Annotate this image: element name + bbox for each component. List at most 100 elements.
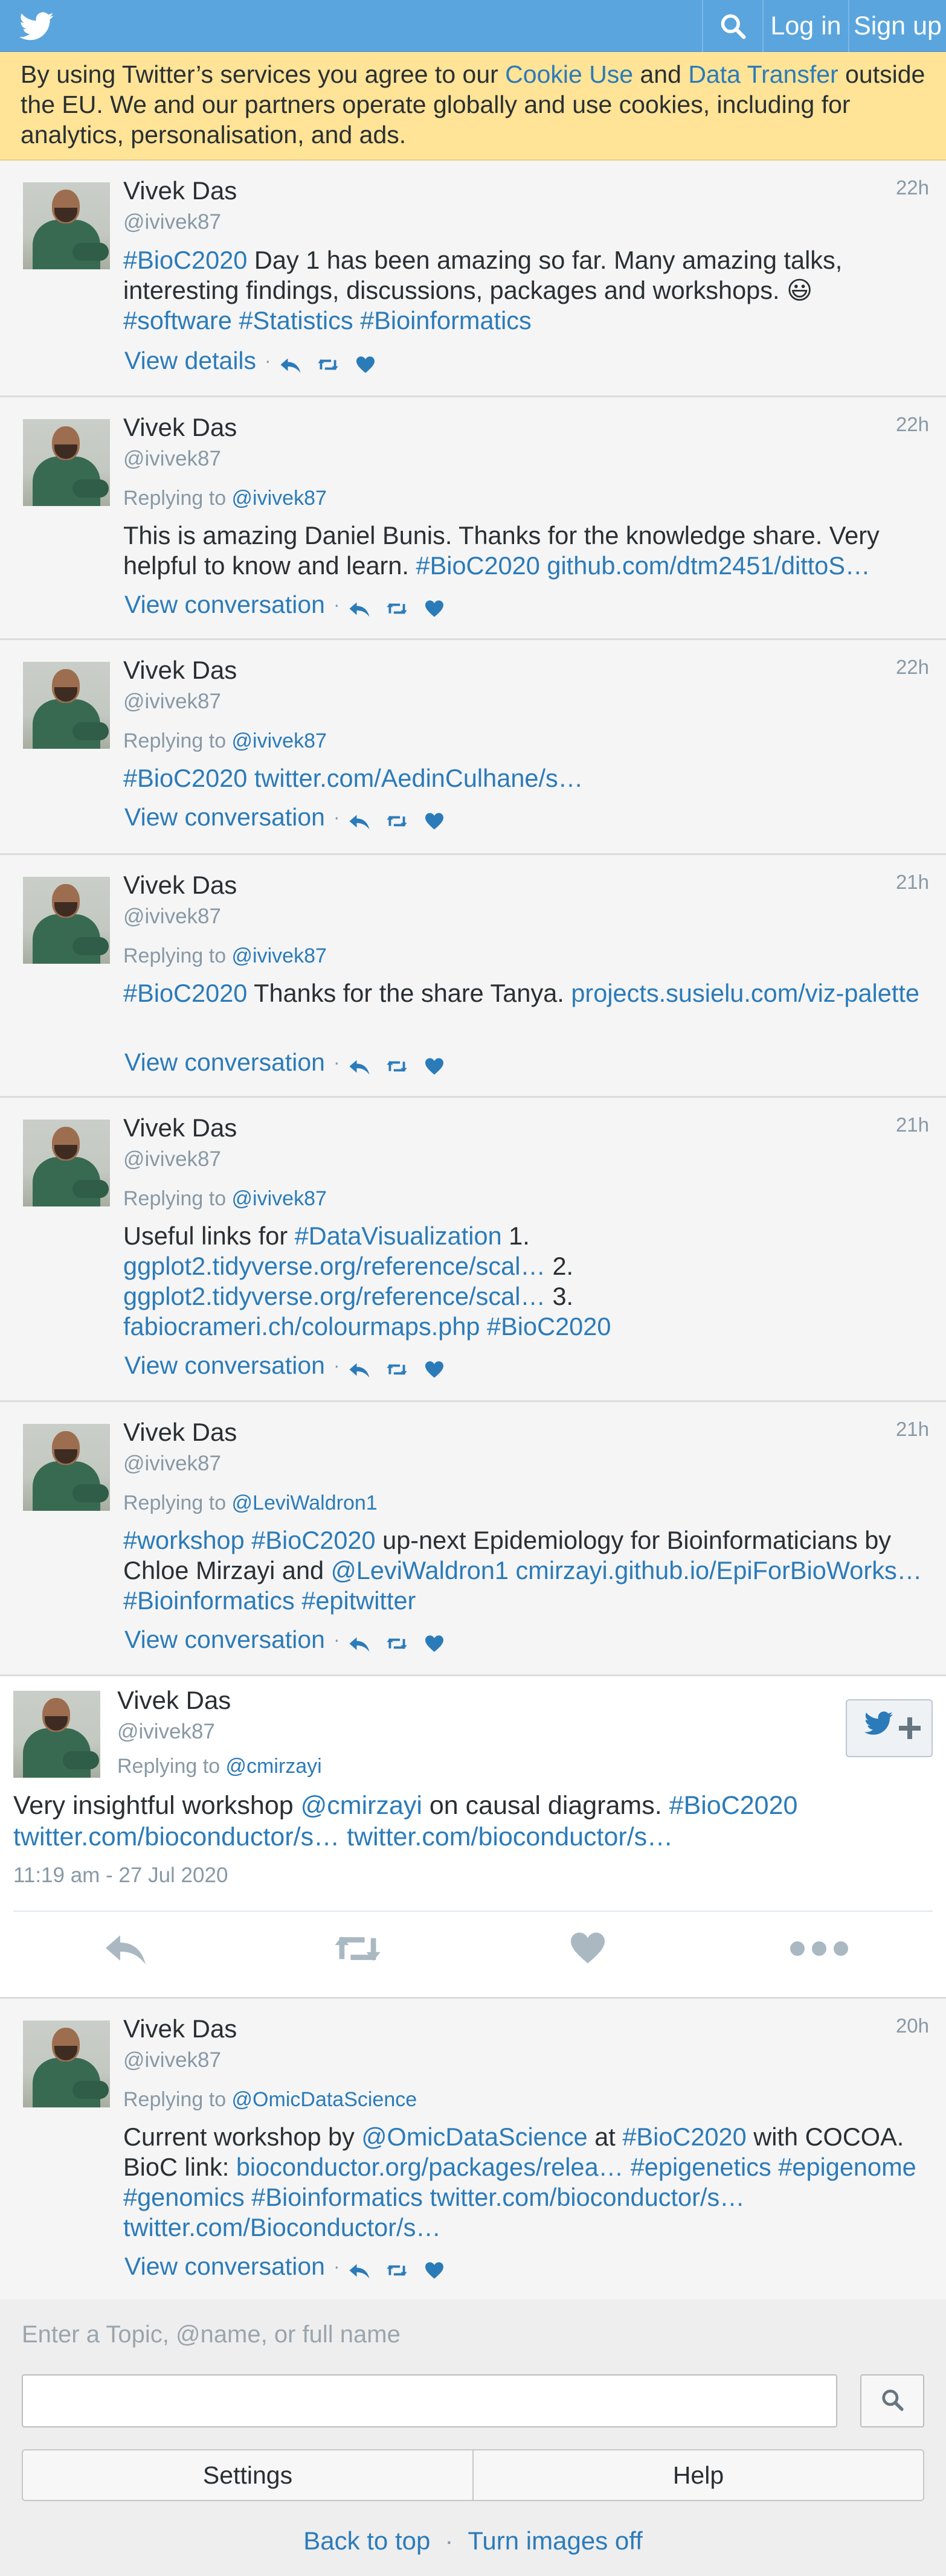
- avatar[interactable]: [23, 2020, 110, 2107]
- help-button[interactable]: Help: [474, 2450, 923, 2500]
- retweet-icon[interactable]: [386, 1053, 408, 1072]
- reply-icon[interactable]: [349, 808, 370, 830]
- hashtag-link[interactable]: #BioC2020: [123, 979, 247, 1007]
- tweet-time[interactable]: 22h: [896, 656, 929, 679]
- view-details-link[interactable]: View details: [124, 347, 256, 375]
- hashtag-link[interactable]: #epitwitter: [301, 1586, 416, 1615]
- url-link[interactable]: github.com/dtm2451/dittoS…: [547, 551, 870, 580]
- search-input[interactable]: [22, 2374, 837, 2427]
- tweet-author-name[interactable]: Vivek Das: [123, 1113, 237, 1142]
- retweet-icon[interactable]: [331, 1931, 384, 1966]
- view-conversation-link[interactable]: View conversation: [124, 1626, 325, 1654]
- like-icon[interactable]: [423, 808, 445, 830]
- view-conversation-link[interactable]: View conversation: [124, 1048, 325, 1077]
- hashtag-link[interactable]: #BioC2020: [669, 1791, 798, 1820]
- retweet-icon[interactable]: [386, 1356, 408, 1375]
- hashtag-link[interactable]: #Bioinformatics: [251, 2183, 423, 2211]
- mention-link[interactable]: @OmicDataScience: [361, 2123, 587, 2151]
- mention-link[interactable]: @LeviWaldron1: [331, 1556, 509, 1584]
- like-icon[interactable]: [423, 1053, 445, 1075]
- hashtag-link[interactable]: #Bioinformatics: [123, 1586, 295, 1615]
- hashtag-link[interactable]: #epigenetics: [631, 2153, 771, 2181]
- tweet[interactable]: Vivek Das @ivivek87 21h Replying to @ivi…: [0, 1098, 946, 1402]
- retweet-icon[interactable]: [386, 1630, 408, 1649]
- tweet-author-handle[interactable]: @ivivek87: [123, 1147, 221, 1171]
- reply-icon[interactable]: [349, 1053, 370, 1075]
- view-conversation-link[interactable]: View conversation: [124, 1351, 325, 1380]
- view-conversation-link[interactable]: View conversation: [124, 803, 325, 831]
- hashtag-link[interactable]: #BioC2020: [123, 764, 247, 792]
- tweet-time[interactable]: 21h: [896, 1418, 929, 1441]
- hashtag-link[interactable]: #genomics: [123, 2183, 245, 2211]
- tweet-author-name[interactable]: Vivek Das: [123, 1418, 237, 1447]
- reply-icon[interactable]: [280, 351, 301, 373]
- view-conversation-link[interactable]: View conversation: [124, 591, 325, 619]
- avatar[interactable]: [23, 419, 110, 506]
- url-link[interactable]: twitter.com/bioconductor/s…: [13, 1822, 339, 1851]
- tweet[interactable]: Vivek Das @ivivek87 20h Replying to @Omi…: [0, 1999, 946, 2299]
- like-icon[interactable]: [423, 595, 445, 617]
- tweet-author-name[interactable]: Vivek Das: [123, 2014, 237, 2043]
- tweet-time[interactable]: 21h: [896, 871, 929, 894]
- follow-button[interactable]: [846, 1699, 933, 1757]
- avatar[interactable]: [23, 1424, 110, 1511]
- reply-icon[interactable]: [103, 1930, 149, 1966]
- retweet-icon[interactable]: [317, 351, 339, 370]
- turn-images-off-link[interactable]: Turn images off: [468, 2526, 642, 2555]
- tweet-author-name[interactable]: Vivek Das: [123, 176, 237, 205]
- view-conversation-link[interactable]: View conversation: [124, 2252, 325, 2281]
- tweet[interactable]: Vivek Das @ivivek87 22h Replying to @ivi…: [0, 397, 946, 640]
- avatar[interactable]: [23, 662, 110, 749]
- tweet-author-name[interactable]: Vivek Das: [123, 413, 237, 442]
- url-link[interactable]: cmirzayi.github.io/EpiForBioWorks…: [516, 1556, 922, 1584]
- hashtag-link[interactable]: #BioC2020: [622, 2123, 746, 2151]
- reply-mention-link[interactable]: @ivivek87: [232, 729, 327, 752]
- more-icon[interactable]: [789, 1940, 849, 1958]
- like-icon[interactable]: [569, 1931, 607, 1965]
- url-link[interactable]: fabiocrameri.ch/colourmaps.php: [123, 1312, 480, 1341]
- like-icon[interactable]: [423, 1356, 445, 1378]
- tweet[interactable]: Vivek Das @ivivek87 22h #BioC2020 Day 1 …: [0, 161, 946, 397]
- search-icon[interactable]: [702, 0, 762, 52]
- retweet-icon[interactable]: [386, 2257, 408, 2276]
- search-button[interactable]: [860, 2374, 924, 2427]
- back-to-top-link[interactable]: Back to top: [303, 2526, 430, 2555]
- data-transfer-link[interactable]: Data Transfer: [688, 60, 838, 88]
- like-icon[interactable]: [423, 2257, 445, 2279]
- reply-icon[interactable]: [349, 1356, 370, 1378]
- tweet-author-handle[interactable]: @ivivek87: [123, 1452, 221, 1476]
- reply-mention-link[interactable]: @OmicDataScience: [232, 2088, 417, 2111]
- avatar[interactable]: [23, 1120, 110, 1206]
- tweet-time[interactable]: 22h: [896, 413, 929, 436]
- reply-mention-link[interactable]: @cmirzayi: [226, 1755, 322, 1778]
- hashtag-link[interactable]: #BioC2020: [416, 551, 539, 580]
- reply-mention-link[interactable]: @ivivek87: [232, 1187, 327, 1210]
- login-button[interactable]: Log in: [762, 0, 848, 52]
- avatar[interactable]: [23, 182, 110, 269]
- hashtag-link[interactable]: #workshop: [123, 1526, 245, 1554]
- retweet-icon[interactable]: [386, 808, 408, 827]
- hashtag-link[interactable]: #BioC2020: [251, 1526, 375, 1554]
- twitter-bird-icon[interactable]: [18, 12, 56, 41]
- reply-mention-link[interactable]: @ivivek87: [232, 944, 327, 967]
- hashtag-link[interactable]: #software: [123, 306, 232, 335]
- url-link[interactable]: projects.susielu.com/viz-palette: [571, 979, 919, 1007]
- reply-mention-link[interactable]: @ivivek87: [232, 487, 327, 510]
- tweet-author-name[interactable]: Vivek Das: [123, 871, 237, 900]
- hashtag-link[interactable]: #BioC2020: [487, 1312, 611, 1341]
- mention-link[interactable]: @cmirzayi: [301, 1791, 422, 1820]
- reply-icon[interactable]: [349, 595, 370, 617]
- hashtag-link[interactable]: #Statistics: [239, 306, 353, 335]
- cookie-use-link[interactable]: Cookie Use: [505, 60, 633, 88]
- tweet[interactable]: Vivek Das @ivivek87 21h Replying to @ivi…: [0, 855, 946, 1098]
- url-link[interactable]: twitter.com/bioconductor/s…: [430, 2183, 744, 2211]
- tweet-author-handle[interactable]: @ivivek87: [123, 447, 221, 471]
- hashtag-link[interactable]: #BioC2020: [123, 246, 247, 274]
- like-icon[interactable]: [355, 351, 376, 373]
- retweet-icon[interactable]: [386, 595, 408, 614]
- tweet-author-name[interactable]: Vivek Das: [117, 1686, 231, 1715]
- url-link[interactable]: twitter.com/AedinCulhane/s…: [254, 764, 583, 792]
- reply-icon[interactable]: [349, 2257, 370, 2279]
- url-link[interactable]: ggplot2.tidyverse.org/reference/scal…: [123, 1252, 545, 1280]
- reply-mention-link[interactable]: @LeviWaldron1: [232, 1491, 378, 1514]
